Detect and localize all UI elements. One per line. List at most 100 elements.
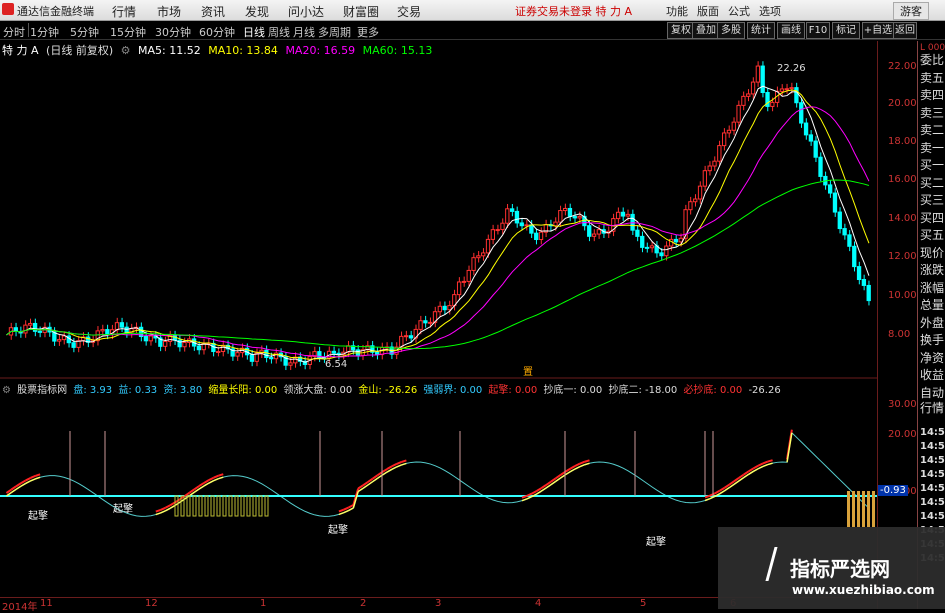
candle-body [688, 201, 693, 211]
rising-segment [767, 459, 773, 463]
candle-body [500, 222, 505, 231]
statistics-button[interactable]: 统计 [747, 22, 775, 39]
yellow-bar [174, 495, 179, 517]
rising-segment [401, 459, 407, 463]
candle-body [288, 362, 293, 366]
candle-body [114, 322, 120, 331]
period-15min[interactable]: 15分钟 [110, 24, 146, 40]
rising-segment [25, 477, 31, 482]
watermark-badge: 指标严选网 www.xuezhibiao.com [718, 527, 945, 609]
candle-body [726, 129, 732, 134]
kline-chart[interactable]: 起擎起擎起擎起擎 22.26 6.54 置 [0, 41, 877, 597]
candle-body [534, 232, 539, 241]
period-multi[interactable]: 多周期 [318, 24, 351, 40]
yellow-bar [246, 495, 251, 517]
period-daily[interactable]: 日线 [243, 24, 265, 40]
side-item: 委比 [920, 53, 945, 67]
period-5min[interactable]: 5分钟 [70, 24, 99, 40]
period-30min[interactable]: 30分钟 [155, 24, 191, 40]
ind-tick: 20.00 [888, 429, 917, 440]
rising-segment [396, 464, 402, 468]
ind-qiangruo: 强弱界: 0.00 [423, 385, 483, 396]
candle-body [760, 65, 765, 94]
menu-options[interactable]: 选项 [759, 3, 781, 19]
menu-item-quotes[interactable]: 行情 [112, 3, 136, 20]
period-monthly[interactable]: 月线 [293, 24, 315, 40]
candle-body [784, 88, 789, 91]
side-item: 现价 [920, 245, 945, 260]
yellow-bar [234, 495, 239, 517]
auto-quote-button[interactable]: 自动 行情 [920, 386, 944, 416]
candle-body [485, 238, 491, 254]
candle-body [519, 222, 524, 227]
candle-body [702, 170, 708, 187]
candle-body [495, 229, 500, 232]
candle-body [664, 245, 669, 257]
rising-segment [762, 460, 769, 465]
candle-body [779, 88, 785, 92]
yellow-bar [186, 495, 191, 517]
draw-line-button[interactable]: 画线 [777, 22, 805, 39]
date-tick: 12 [145, 598, 158, 609]
candle-body [119, 322, 124, 328]
period-intraday[interactable]: 分时 [3, 24, 25, 40]
candle-body [182, 341, 187, 348]
menu-item-news[interactable]: 资讯 [201, 3, 225, 20]
price-tick: 16.00 [888, 174, 917, 185]
rising-segment [391, 462, 398, 468]
candle-body [856, 266, 862, 281]
ind-suoliang: 缩量长阳: 0.00 [208, 385, 278, 396]
restore-rights-button[interactable]: 复权 [667, 22, 695, 39]
side-time: 14:50 [920, 427, 945, 438]
trade-login-notice[interactable]: 证券交易未登录 特 力 A [515, 3, 632, 19]
period-1min[interactable]: 1分钟 [30, 24, 59, 40]
candle-body [818, 156, 823, 177]
rising-segment [348, 507, 354, 512]
rising-segment [165, 507, 171, 512]
overlay-button[interactable]: 叠加 [692, 22, 720, 39]
candle-body [842, 228, 847, 236]
menu-function[interactable]: 功能 [666, 3, 688, 19]
yellow-bar [192, 495, 197, 517]
rising-segment [786, 432, 793, 463]
mark-button[interactable]: 标记 [832, 22, 860, 39]
candle-body [481, 252, 486, 257]
candle-body [100, 329, 105, 332]
ind-yi: 益: 0.33 [118, 385, 158, 396]
date-tick: 5 [640, 598, 647, 609]
side-item: 买一 [920, 158, 945, 172]
menu-layout[interactable]: 版面 [697, 3, 719, 19]
price-tick: 12.00 [888, 251, 917, 262]
candle-body [331, 350, 336, 354]
menu-formula[interactable]: 公式 [728, 3, 750, 19]
candle-body [471, 257, 476, 271]
menu-item-discover[interactable]: 发现 [245, 3, 269, 20]
guest-button[interactable]: 游客 [893, 2, 929, 20]
multi-stock-button[interactable]: 多股 [717, 22, 745, 39]
indicator-name[interactable]: 股票指标网 [17, 385, 67, 396]
menu-item-market[interactable]: 市场 [157, 3, 181, 20]
candle-body [847, 234, 852, 247]
add-watchlist-button[interactable]: +自选 [862, 22, 894, 39]
rising-segment [169, 501, 176, 507]
menu-item-wealth[interactable]: 财富圈 [343, 3, 379, 20]
settings-icon[interactable]: ⚙ [2, 385, 11, 396]
date-tick: 2 [360, 598, 367, 609]
candle-body [813, 140, 818, 158]
back-button[interactable]: 返回 [893, 22, 917, 39]
candle-body [538, 231, 544, 241]
candle-body [866, 284, 871, 302]
period-60min[interactable]: 60分钟 [199, 24, 235, 40]
period-more[interactable]: 更多 [357, 24, 379, 40]
watermark-title: 指标严选网 [790, 557, 890, 581]
rising-segment [343, 506, 349, 511]
candle-body [630, 213, 635, 231]
rising-segment [35, 476, 41, 480]
side-item: 净资 [920, 350, 945, 365]
menu-item-trade[interactable]: 交易 [397, 3, 421, 20]
price-tick: 10.00 [888, 290, 917, 301]
period-weekly[interactable]: 周线 [268, 24, 290, 40]
f10-button[interactable]: F10 [806, 22, 830, 39]
menu-item-ask[interactable]: 问小达 [288, 3, 324, 20]
date-tick: 4 [535, 598, 542, 609]
